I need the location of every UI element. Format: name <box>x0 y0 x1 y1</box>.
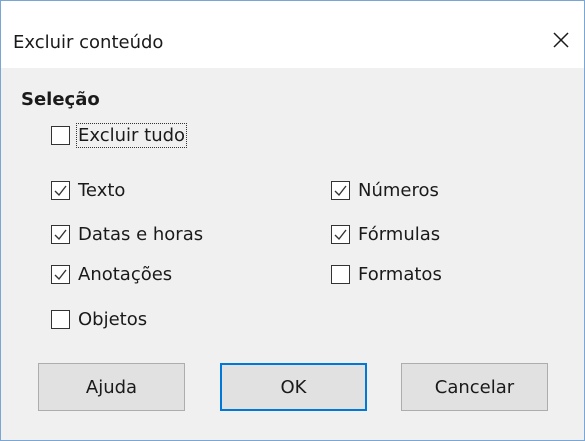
text-checkbox[interactable]: Texto <box>51 180 125 201</box>
checkbox-box[interactable] <box>331 181 350 200</box>
checkbox-box[interactable] <box>51 126 70 145</box>
delete-all-checkbox[interactable]: Excluir tudo <box>51 123 188 148</box>
formulas-checkbox[interactable]: Fórmulas <box>331 224 440 245</box>
formats-checkbox[interactable]: Formatos <box>331 264 442 285</box>
text-label: Texto <box>78 180 126 201</box>
checkbox-box[interactable] <box>51 310 70 329</box>
checkbox-box[interactable] <box>51 265 70 284</box>
ok-button[interactable]: OK <box>220 363 367 411</box>
numbers-label: Números <box>358 180 439 201</box>
delete-all-label: Excluir tudo <box>75 123 188 148</box>
checkbox-box[interactable] <box>51 181 70 200</box>
comments-checkbox[interactable]: Anotações <box>51 264 172 285</box>
numbers-checkbox[interactable]: Números <box>331 180 439 201</box>
comments-label: Anotações <box>78 264 173 285</box>
selection-heading: Seleção <box>21 89 100 110</box>
formats-label: Formatos <box>358 264 442 285</box>
title-bar: Excluir conteúdo <box>1 1 584 68</box>
objects-label: Objetos <box>78 309 148 330</box>
cancel-button[interactable]: Cancelar <box>401 363 548 411</box>
checkbox-box[interactable] <box>331 225 350 244</box>
delete-contents-dialog: Excluir conteúdo Seleção Excluir tudo Te… <box>0 0 585 441</box>
objects-checkbox[interactable]: Objetos <box>51 309 147 330</box>
checkbox-box[interactable] <box>51 225 70 244</box>
dialog-title: Excluir conteúdo <box>13 32 164 53</box>
dates-times-label: Datas e horas <box>78 224 204 245</box>
formulas-label: Fórmulas <box>358 224 441 245</box>
close-icon[interactable] <box>546 25 576 55</box>
help-button[interactable]: Ajuda <box>38 363 185 411</box>
checkbox-box[interactable] <box>331 265 350 284</box>
dates-times-checkbox[interactable]: Datas e horas <box>51 224 203 245</box>
